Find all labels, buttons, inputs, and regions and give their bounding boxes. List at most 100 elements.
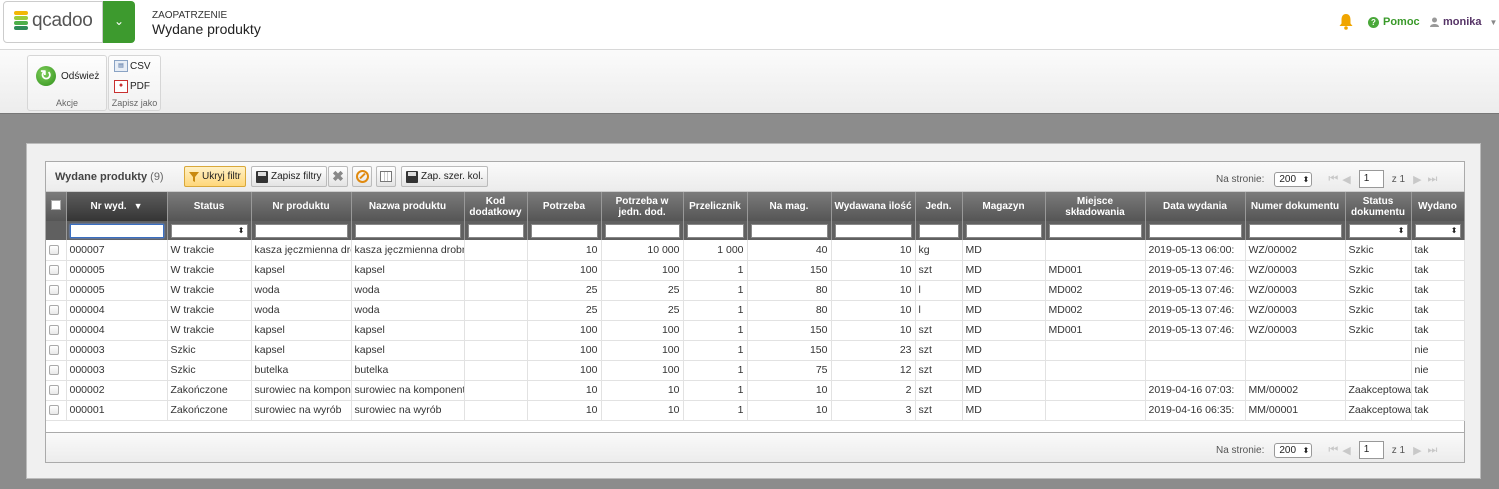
table-cell (464, 400, 528, 421)
filter-input[interactable] (918, 223, 959, 238)
filter-select[interactable] (170, 223, 248, 238)
table-row[interactable]: 000003 Szkic kapsel kapsel 100 100 1 150 23 szt MD… (46, 340, 1465, 361)
table-row[interactable]: 000002Zakończonesurowiec na komponentsur… (46, 380, 1465, 401)
table-cell: 000005 (66, 280, 168, 301)
column-header[interactable]: Data wydania (1145, 192, 1246, 221)
refresh-button[interactable]: ↻ Odśwież (36, 66, 99, 86)
filter-input[interactable] (530, 223, 598, 238)
prev-page-icon[interactable]: ◀ (1342, 444, 1350, 457)
first-page-icon[interactable]: ⏮ (1328, 173, 1338, 186)
column-header[interactable]: Magazyn (962, 192, 1046, 221)
table-row[interactable]: 000004 W trakcie kapsel kapsel 100 100 1 150 10 s… (46, 320, 1465, 341)
export-csv-button[interactable]: ▤ CSV (114, 60, 151, 72)
column-header[interactable]: Status dokumentu (1345, 192, 1412, 221)
table-cell: 2019-05-13 07:46: (1145, 320, 1246, 341)
filter-input[interactable] (354, 223, 461, 238)
table-cell: WZ/00003 (1245, 280, 1346, 301)
table-cell: MD (962, 320, 1046, 341)
row-checkbox[interactable] (49, 385, 59, 396)
filter-input[interactable] (750, 223, 828, 238)
last-page-icon[interactable]: ⏭ (1428, 173, 1438, 186)
table-row[interactable]: 000007W trakciekasza jęczmienna drobnaka… (46, 240, 1465, 261)
filter-select[interactable] (1414, 223, 1461, 238)
filter-select[interactable] (1348, 223, 1408, 238)
table-cell: kg (915, 240, 963, 261)
per-page-select[interactable]: 200 (1274, 171, 1313, 187)
last-page-icon[interactable]: ⏭ (1428, 444, 1438, 457)
column-header[interactable]: Na mag. (747, 192, 832, 221)
per-page-select[interactable]: 200 (1274, 442, 1313, 458)
save-filters-label: Zapisz filtry (271, 171, 322, 182)
filter-input[interactable] (254, 223, 348, 238)
column-header[interactable]: Wydawana ilość (831, 192, 916, 221)
column-header[interactable]: Status (167, 192, 252, 221)
table-cell (464, 360, 528, 381)
prev-page-icon[interactable]: ◀ (1342, 173, 1350, 186)
column-header[interactable]: Nr produktu (251, 192, 352, 221)
filter-input[interactable] (1048, 223, 1142, 238)
filter-input[interactable] (604, 223, 680, 238)
table-cell: 25 (527, 300, 602, 321)
table-cell: 12 (831, 360, 916, 381)
filter-input[interactable] (1148, 223, 1242, 238)
column-header[interactable]: Jedn. (915, 192, 963, 221)
select-all-header[interactable] (46, 192, 67, 221)
table-row[interactable]: 000003 Szkic butelka butelka 100 100 1 75 12 szt M… (46, 360, 1465, 381)
row-checkbox[interactable] (49, 405, 59, 416)
table-cell: 100 (601, 260, 684, 281)
save-filters-button[interactable]: Zapisz filtry (251, 166, 327, 187)
table-cell: 100 (527, 340, 602, 361)
filter-input[interactable] (69, 223, 164, 238)
per-page-label: Na stronie: (1216, 444, 1265, 456)
table-cell: 10 (831, 300, 916, 321)
filter-input[interactable] (686, 223, 744, 238)
filter-input[interactable] (1248, 223, 1342, 238)
column-header[interactable]: Potrzeba w jedn. dod. (601, 192, 684, 221)
row-checkbox[interactable] (49, 285, 59, 296)
table-row[interactable]: 000005 W trakcie woda woda 25 25 1 80 10 l MD MD002… (46, 280, 1465, 301)
column-header[interactable]: Potrzeba (527, 192, 602, 221)
column-header[interactable]: Wydano (1411, 192, 1465, 221)
column-header[interactable]: Przelicznik (683, 192, 748, 221)
logo[interactable]: qcadoo (3, 1, 103, 43)
select-all-checkbox[interactable] (50, 200, 61, 210)
table-row[interactable]: 000001 Zakończone surowiec na wyrób surowie… (46, 400, 1465, 421)
row-checkbox[interactable] (49, 305, 59, 316)
reset-button[interactable] (352, 166, 372, 187)
logo-mark-icon (14, 11, 28, 33)
column-header[interactable]: Kod dodatkowy (464, 192, 528, 221)
row-checkbox[interactable] (49, 365, 59, 376)
next-page-icon[interactable]: ▶ (1413, 444, 1421, 457)
row-checkbox[interactable] (49, 244, 59, 255)
row-checkbox[interactable] (49, 325, 59, 336)
table-cell: 2019-05-13 07:46: (1145, 280, 1246, 301)
table-cell: tak (1411, 380, 1465, 401)
column-header[interactable]: Numer dokumentu (1245, 192, 1346, 221)
first-page-icon[interactable]: ⏮ (1328, 444, 1338, 457)
sort-desc-icon: ▼ (133, 201, 143, 211)
table-row[interactable]: 000004 W trakcie woda woda 25 25 1 80 10 l MD MD002… (46, 300, 1465, 321)
filter-input[interactable] (834, 223, 912, 238)
column-header[interactable]: Miejsce składowania (1045, 192, 1146, 221)
clear-filters-button[interactable]: ✖ (328, 166, 348, 187)
filter-input[interactable] (467, 223, 524, 238)
row-checkbox[interactable] (49, 345, 59, 356)
export-pdf-button[interactable]: ⏺ PDF (114, 80, 150, 93)
save-column-width-button[interactable]: Zap. szer. kol. (401, 166, 489, 187)
help-link[interactable]: ? Pomoc (1368, 16, 1420, 28)
row-checkbox[interactable] (49, 265, 59, 276)
next-page-icon[interactable]: ▶ (1413, 173, 1421, 186)
main-menu-chevron-icon[interactable]: ⌄ (103, 1, 135, 43)
column-header[interactable]: Nazwa produktu (351, 192, 465, 221)
page-input[interactable]: 1 (1358, 441, 1384, 459)
hide-filter-button[interactable]: Ukryj filtr (184, 166, 246, 187)
user-menu[interactable]: monika ▼ (1430, 16, 1497, 28)
columns-button[interactable] (376, 166, 396, 187)
page-input[interactable]: 1 (1358, 170, 1384, 188)
column-header[interactable]: Nr wyd. ▼ (66, 192, 168, 221)
table-cell: MD (962, 260, 1046, 281)
bell-icon[interactable] (1339, 13, 1353, 30)
table-cell: 1 (683, 300, 748, 321)
table-row[interactable]: 000005 W trakcie kapsel kapsel 100 100 1 150 10 s… (46, 260, 1465, 281)
filter-input[interactable] (965, 223, 1042, 238)
